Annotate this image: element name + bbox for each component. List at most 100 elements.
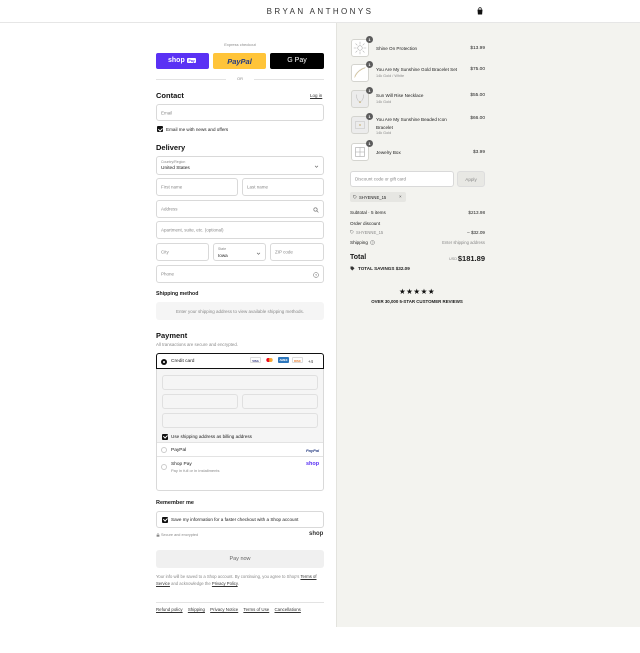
state-value: Iowa [218, 252, 228, 258]
email-news-label: Email me with news and offers [166, 126, 229, 132]
shop-pay-logo: shop [168, 56, 185, 64]
help-circle-icon[interactable]: ? [313, 272, 319, 278]
shipping-label: Shipping [350, 240, 368, 245]
google-pay-button[interactable]: G Pay [270, 53, 324, 69]
product-price: $75.00 [470, 67, 485, 72]
shopping-bag-icon[interactable] [476, 7, 484, 15]
legal-end: . [237, 581, 239, 586]
paypal-radio[interactable] [161, 447, 167, 453]
discover-icon: DISC [292, 357, 303, 363]
payment-methods-box: Credit card VISA AMEX DISC +4 Use shippi… [156, 353, 324, 491]
email-placeholder: Email [161, 110, 173, 115]
pay-now-button[interactable]: Pay now [156, 550, 324, 568]
footer-divider [156, 602, 324, 603]
more-cards-count: +4 [308, 358, 313, 364]
email-field[interactable]: Email [156, 104, 324, 121]
refund-policy-link[interactable]: Refund policy [156, 607, 183, 612]
state-label: State [218, 246, 227, 251]
address-placeholder: Address [161, 206, 178, 212]
sun-charm-icon [353, 41, 367, 55]
or-divider-label: OR [237, 76, 243, 81]
card-number-field[interactable] [162, 375, 318, 390]
shop-pay-small-logo: shop [306, 461, 320, 467]
shop-pay-badge: Pay [187, 58, 197, 63]
card-cvc-field[interactable] [242, 394, 318, 409]
privacy-policy-link[interactable]: Privacy Policy [212, 581, 238, 586]
order-discount-label: Order discount [350, 221, 381, 226]
save-info-box[interactable]: Save my information for a faster checkou… [156, 511, 324, 528]
quantity-badge: 1 [366, 36, 373, 43]
paypal-logo: PayPal [227, 56, 252, 66]
contact-heading: Contact [156, 91, 184, 100]
save-info-checkbox[interactable] [162, 516, 168, 523]
country-select[interactable]: Country/Region United States [156, 156, 324, 175]
svg-text:?: ? [372, 241, 374, 245]
shipping-method-heading: Shipping method [156, 291, 199, 297]
login-link[interactable]: Log in [310, 93, 322, 98]
shipping-method-notice-text: Enter your shipping address to view avai… [175, 308, 305, 314]
product-price: $13.99 [470, 46, 485, 51]
country-value: United States [161, 166, 190, 171]
savings-value: $32.09 [395, 266, 410, 271]
shipping-link[interactable]: Shipping [188, 607, 205, 612]
tag-icon [353, 195, 357, 199]
payment-subtitle: All transactions are secure and encrypte… [156, 342, 239, 347]
shop-pay-button[interactable]: shop Pay [156, 53, 209, 69]
order-discount-code: SHYENNE_15 [356, 230, 384, 235]
site-header: BRYAN ANTHONYS [0, 0, 640, 23]
shipping-method-notice: Enter your shipping address to view avai… [156, 302, 324, 320]
brand-logo[interactable]: BRYAN ANTHONYS [0, 7, 640, 16]
shop-pay-label: Shop Pay [171, 461, 192, 467]
state-select[interactable]: State Iowa [213, 243, 266, 261]
privacy-notice-link[interactable]: Privacy Notice [210, 607, 238, 612]
zip-field[interactable]: ZIP code [270, 243, 324, 261]
credit-card-label: Credit card [171, 359, 195, 364]
card-name-field[interactable] [162, 413, 318, 428]
mastercard-icon [264, 357, 275, 363]
bracelet-icon [354, 67, 366, 78]
reviews-text: OVER 30,000 5-STAR CUSTOMER REVIEWS [371, 299, 463, 304]
amex-icon: AMEX [278, 357, 289, 363]
search-icon [313, 207, 319, 213]
first-name-field[interactable]: First name [156, 178, 238, 196]
apartment-field[interactable]: Apartment, suite, etc. (optional) [156, 221, 324, 239]
paypal-express-button[interactable]: PayPal [213, 53, 266, 69]
google-pay-logo: G Pay [287, 57, 307, 64]
order-discount-value: – $32.09 [467, 230, 485, 235]
last-name-field[interactable]: Last name [242, 178, 324, 196]
shop-pay-radio[interactable] [161, 464, 167, 470]
city-field[interactable]: City [156, 243, 209, 261]
chevron-down-icon [314, 165, 319, 168]
applied-discount-code: SHYENNE_15 [359, 194, 387, 200]
divider-left [156, 79, 226, 80]
secure-encrypted-label: Secure and encrypted [161, 533, 199, 537]
quantity-badge: 1 [366, 113, 373, 120]
quantity-badge: 1 [366, 61, 373, 68]
paypal-option[interactable]: PayPal PayPal [157, 443, 323, 457]
help-circle-icon[interactable]: ? [370, 240, 375, 245]
quantity-badge: 1 [366, 87, 373, 94]
product-price: $66.00 [470, 116, 485, 121]
jewelry-box-icon [355, 147, 365, 157]
country-label: Country/Region [161, 160, 186, 164]
terms-of-use-link[interactable]: Terms of Use [243, 607, 269, 612]
cancellations-link[interactable]: Cancellations [274, 607, 300, 612]
phone-field[interactable]: Phone ? [156, 265, 324, 283]
beaded-bracelet-icon [355, 121, 365, 129]
savings-label-text: TOTAL SAVINGS [358, 266, 395, 271]
total-value: $181.89 [457, 254, 485, 263]
rating-stars: ★★★★★ [398, 287, 436, 296]
credit-card-radio[interactable] [161, 358, 167, 365]
shop-pay-option[interactable]: Shop Pay Pay in full or in installments … [157, 457, 323, 479]
email-news-checkbox[interactable] [157, 126, 163, 132]
discount-code-field[interactable]: Discount code or gift card [350, 171, 454, 187]
legal-and-acknowledge: and acknowledge the [171, 581, 211, 586]
credit-card-option[interactable]: Credit card VISA AMEX DISC +4 [156, 353, 324, 369]
remove-discount-icon[interactable]: × [399, 194, 402, 199]
billing-same-checkbox[interactable] [162, 433, 168, 440]
apply-button[interactable]: Apply [457, 171, 485, 187]
address-field[interactable]: Address [156, 200, 324, 218]
product-variant: 14k Gold [376, 100, 392, 104]
card-expiry-field[interactable] [162, 394, 238, 409]
tag-icon [350, 230, 354, 234]
